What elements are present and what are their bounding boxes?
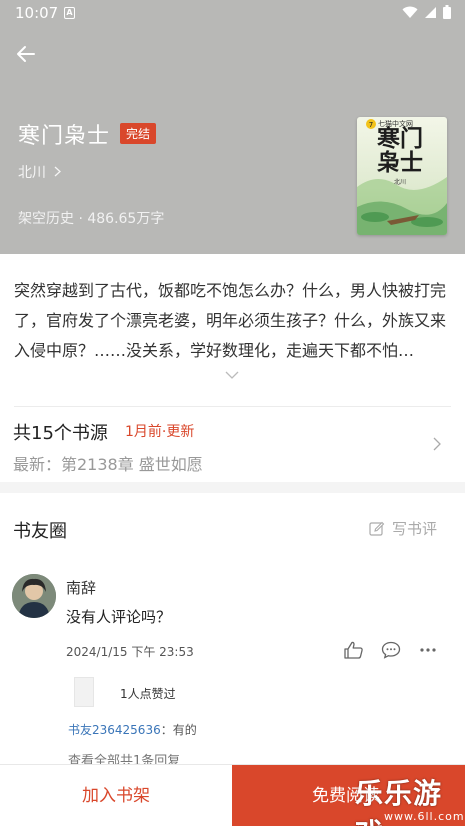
chevron-right-icon xyxy=(55,166,62,177)
wifi-icon xyxy=(402,6,418,18)
reply-preview[interactable]: 书友236425636：有的 xyxy=(68,721,197,738)
cover-author: 北川 xyxy=(394,179,407,186)
book-synopsis: 突然穿越到了古代，饭都吃不饱怎么办？什么，男人快被打完了，官府发了个漂亮老婆，明… xyxy=(14,281,447,360)
write-review-button[interactable]: 写书评 xyxy=(369,518,437,539)
battery-icon xyxy=(443,5,451,19)
book-title: 寒门枭士 xyxy=(18,124,111,149)
like-count: 1人点赞过 xyxy=(120,687,176,701)
book-meta: 架空历史 · 486.65万字 xyxy=(18,211,165,227)
comment-icon[interactable] xyxy=(381,641,401,659)
section-gap xyxy=(0,482,465,493)
signal-icon xyxy=(425,6,436,18)
author-name: 北川 xyxy=(18,165,46,181)
status-time: 10:07 xyxy=(15,4,59,22)
liker-avatar xyxy=(74,677,94,707)
back-arrow-icon[interactable] xyxy=(14,42,38,66)
chevron-down-icon[interactable] xyxy=(224,369,240,381)
add-to-shelf-button[interactable]: 加入书架 xyxy=(0,765,232,826)
edit-icon xyxy=(369,521,385,536)
section-title-circle: 书友圈 xyxy=(13,521,67,542)
book-cover[interactable]: 7 七猫中文网 寒门枭士 北川 xyxy=(357,117,447,235)
chevron-right-icon xyxy=(433,437,441,451)
sources-count: 共15个书源 xyxy=(13,423,108,444)
reply-user[interactable]: 书友236425636 xyxy=(68,723,161,737)
avatar[interactable] xyxy=(12,574,56,618)
more-icon[interactable] xyxy=(419,644,437,656)
notification-a-icon: A xyxy=(64,7,75,19)
thumbs-up-icon[interactable] xyxy=(344,641,364,659)
sources-updated: 1月前·更新 xyxy=(125,424,195,440)
book-header: 10:07 A 寒门枭士 完结 北川 架空历史 · 486.65万字 7 七猫中… xyxy=(0,0,465,254)
status-badge: 完结 xyxy=(120,123,157,144)
comment-text: 没有人评论吗？ xyxy=(66,608,172,626)
svg-text:7: 7 xyxy=(369,121,373,129)
divider xyxy=(14,406,451,407)
status-bar: 10:07 A xyxy=(0,0,465,26)
latest-chapter: 最新：第2138章 盛世如愿 xyxy=(13,455,203,474)
author-link[interactable]: 北川 xyxy=(18,162,62,182)
cover-title: 寒门枭士 xyxy=(377,125,423,176)
reply-text: ：有的 xyxy=(160,723,197,737)
watermark-url: www.6ll.com xyxy=(384,810,465,823)
write-review-label: 写书评 xyxy=(392,520,438,538)
comment-time: 2024/1/15 下午 23:53 xyxy=(66,645,194,659)
comment-user[interactable]: 南辞 xyxy=(66,577,96,598)
